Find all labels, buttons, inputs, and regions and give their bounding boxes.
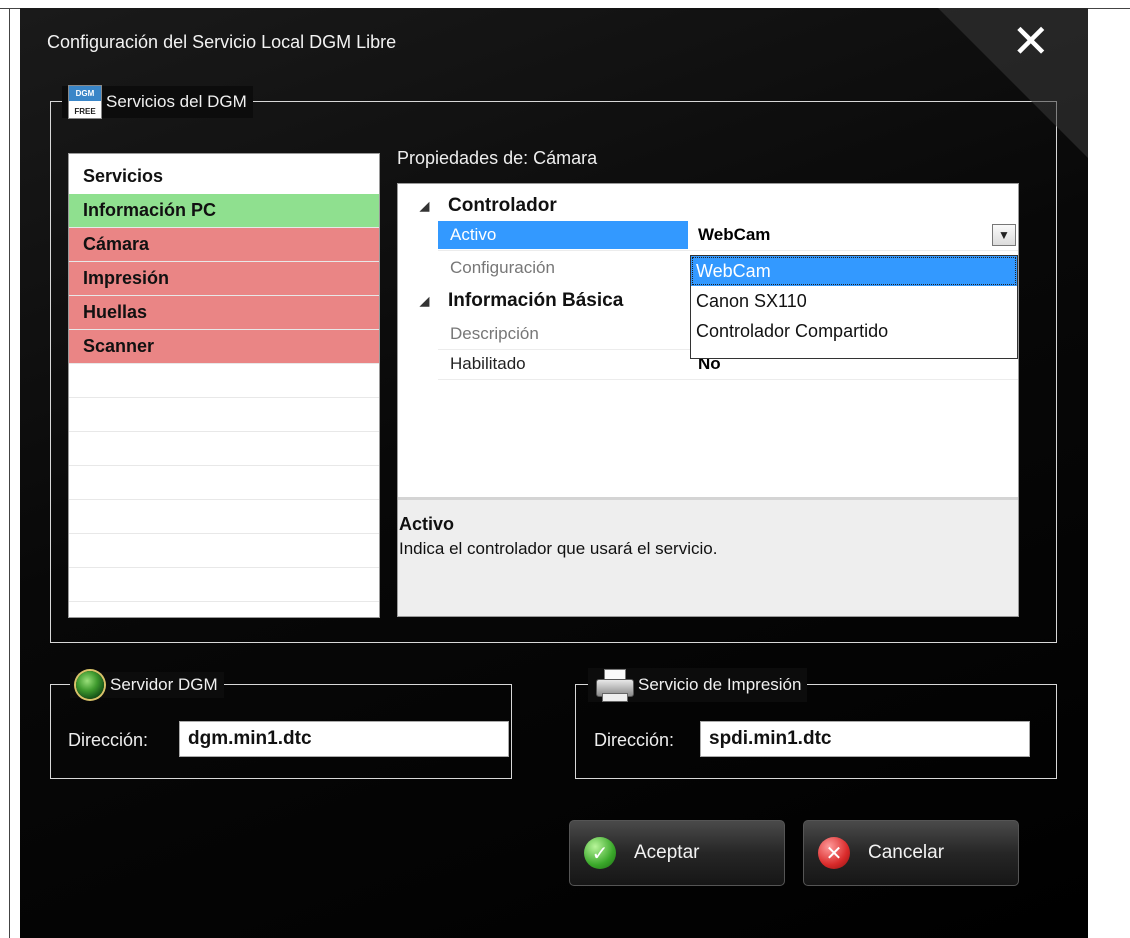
- category-controlador[interactable]: ◢ Controlador: [398, 192, 1018, 220]
- category-label: Controlador: [448, 195, 557, 216]
- collapse-triangle-icon[interactable]: ◢: [420, 192, 429, 220]
- logo-bottom-text: FREE: [74, 107, 96, 116]
- services-list[interactable]: Servicios Información PC Cámara Impresió…: [68, 153, 380, 618]
- window-title: Configuración del Servicio Local DGM Lib…: [47, 32, 397, 52]
- service-item-camara[interactable]: Cámara: [69, 228, 379, 262]
- properties-label: Propiedades de: Cámara: [397, 148, 598, 168]
- printer-icon: [594, 669, 634, 702]
- service-item-scanner[interactable]: Scanner: [69, 330, 379, 364]
- property-value-activo[interactable]: WebCam: [690, 221, 1018, 249]
- property-name-habilitado: Habilitado: [450, 354, 526, 373]
- property-name-configuracion: Configuración: [450, 258, 555, 277]
- service-item-huellas[interactable]: Huellas: [69, 296, 379, 330]
- collapse-triangle-icon[interactable]: ◢: [420, 287, 429, 315]
- servidor-address-label: Dirección:: [68, 730, 149, 750]
- servidor-group-legend: Servidor DGM: [70, 671, 224, 699]
- row-divider: [438, 250, 1018, 251]
- help-title: Activo: [399, 514, 455, 534]
- property-name-activo: Activo: [438, 221, 688, 249]
- services-group-legend: DGM FREE Servicios del DGM: [62, 85, 253, 119]
- close-icon[interactable]: ✕: [1011, 18, 1050, 64]
- impresion-address-input[interactable]: [700, 721, 1030, 757]
- empty-row: [69, 432, 379, 466]
- cancelar-button[interactable]: ✕ Cancelar: [803, 820, 1019, 886]
- property-grid: ◢ Controlador Activo WebCam ▼ Configurac…: [397, 183, 1019, 617]
- services-list-header: Servicios: [83, 166, 164, 186]
- dropdown-option-canon-sx110[interactable]: Canon SX110: [691, 286, 1017, 316]
- service-item-informacion-pc[interactable]: Información PC: [69, 194, 379, 228]
- empty-row: [69, 364, 379, 398]
- check-icon: ✓: [584, 837, 616, 869]
- cancel-x-icon: ✕: [818, 837, 850, 869]
- empty-row: [69, 534, 379, 568]
- empty-row: [69, 568, 379, 602]
- screenshot-left-border: [9, 8, 10, 938]
- controller-dropdown-list[interactable]: WebCam Canon SX110 Controlador Compartid…: [690, 255, 1018, 359]
- aceptar-button[interactable]: ✓ Aceptar: [569, 820, 785, 886]
- category-label: Información Básica: [448, 290, 624, 311]
- chevron-down-icon[interactable]: ▼: [992, 224, 1016, 246]
- dropdown-option-controlador-compartido[interactable]: Controlador Compartido: [691, 316, 1017, 346]
- impresion-address-label: Dirección:: [594, 730, 675, 750]
- dgm-free-logo-icon: DGM FREE: [68, 85, 102, 119]
- cancelar-label: Cancelar: [868, 842, 945, 863]
- dropdown-option-webcam[interactable]: WebCam: [691, 256, 1017, 286]
- servidor-address-input[interactable]: [179, 721, 509, 757]
- empty-row: [69, 500, 379, 534]
- row-divider: [438, 379, 1018, 380]
- aceptar-label: Aceptar: [634, 842, 700, 863]
- empty-row: [69, 466, 379, 500]
- config-dialog: Configuración del Servicio Local DGM Lib…: [20, 8, 1088, 938]
- empty-row: [69, 398, 379, 432]
- property-row-activo[interactable]: Activo WebCam ▼: [398, 221, 1018, 249]
- impresion-group-legend: Servicio de Impresión: [588, 668, 808, 702]
- services-group-title: Servicios del DGM: [106, 92, 247, 111]
- service-item-impresion[interactable]: Impresión: [69, 262, 379, 296]
- impresion-group-title: Servicio de Impresión: [638, 675, 802, 694]
- help-description: Indica el controlador que usará el servi…: [399, 539, 718, 558]
- property-name-descripcion: Descripción: [450, 324, 539, 343]
- servidor-group-title: Servidor DGM: [110, 675, 218, 694]
- globe-icon: [76, 671, 104, 699]
- property-help-pane: Activo Indica el controlador que usará e…: [398, 497, 1018, 616]
- logo-top-text: DGM: [69, 86, 101, 101]
